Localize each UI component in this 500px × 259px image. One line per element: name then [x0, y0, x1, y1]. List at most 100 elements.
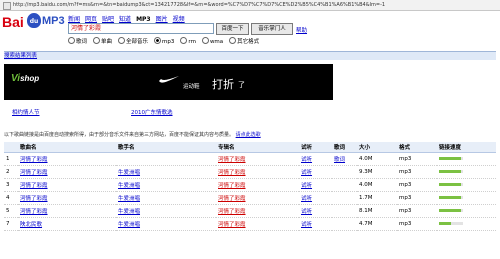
results-bar-label[interactable]: 搜索结果列表	[4, 52, 37, 60]
format-option[interactable]: 其它格式	[229, 37, 259, 45]
column-header: 歌曲名	[18, 142, 116, 153]
column-header: 专辑名	[216, 142, 299, 153]
lyric-link[interactable]	[332, 165, 357, 179]
logo-text-bai: Bai	[2, 14, 24, 30]
lyric-link[interactable]	[332, 217, 357, 231]
nav-item[interactable]: 新闻	[68, 16, 80, 23]
address-bar[interactable]: http://mp3.baidu.com/m?f=ms&rn=&tn=baidu…	[0, 0, 500, 11]
radio-icon[interactable]	[68, 37, 75, 44]
speed-cell	[437, 217, 496, 231]
song-link[interactable]: 河情了彩霞	[18, 178, 116, 192]
notice-link[interactable]: 请点此选歌	[236, 132, 261, 138]
row-number: 5	[4, 204, 18, 218]
format-options: 歌词 单曲 全部音乐 mp3 rm wma 其它格式	[68, 37, 265, 45]
ad-small-text: 运动鞋	[183, 84, 200, 90]
listen-link[interactable]: 试听	[299, 191, 332, 205]
ad-big-text: 打折	[212, 78, 234, 91]
format-label: 歌词	[76, 39, 88, 45]
format-option[interactable]: rm	[180, 37, 196, 45]
search-button[interactable]: 百度一下	[216, 23, 249, 35]
promo-link-2[interactable]: 2010广东情歌选	[131, 108, 173, 116]
format-option[interactable]: mp3	[154, 37, 174, 45]
speed-bar	[439, 209, 463, 212]
format-label: 其它格式	[237, 39, 260, 45]
artist-link[interactable]: 牛爱洲唱	[116, 178, 216, 192]
column-header: 试听	[299, 142, 332, 153]
nav-item[interactable]: 图片	[156, 16, 168, 23]
table-row: 4 河情了彩霞 牛爱洲唱 河情了彩霞 试听 1.7M mp3	[4, 191, 496, 205]
lyric-link[interactable]	[332, 191, 357, 205]
format-label: 单曲	[101, 39, 113, 45]
speed-bar	[439, 183, 463, 186]
album-link[interactable]: 河情了彩霞	[216, 204, 299, 218]
listen-link[interactable]: 试听	[299, 204, 332, 218]
listen-link[interactable]: 试听	[299, 165, 332, 179]
nav-item[interactable]: 知道	[119, 16, 131, 23]
format-option[interactable]: 单曲	[93, 37, 112, 45]
radio-icon[interactable]	[93, 37, 101, 44]
song-link[interactable]: 河情了彩霞	[18, 152, 116, 166]
song-link[interactable]: 河情了彩霞	[18, 191, 116, 205]
file-size: 8.1M	[357, 204, 397, 218]
speed-bar	[439, 196, 463, 199]
listen-link[interactable]: 试听	[299, 152, 332, 166]
speed-cell	[437, 152, 496, 166]
song-link[interactable]: 陕北民歌	[18, 217, 116, 231]
table-row: 5 河情了彩霞 牛爱洲唱 河情了彩霞 试听 8.1M mp3	[4, 204, 496, 218]
baidu-mp3-logo[interactable]: Bai du MP3	[2, 12, 65, 36]
row-number: 7	[4, 217, 18, 231]
file-format: mp3	[397, 217, 437, 231]
artist-link[interactable]: 牛爱洲唱	[116, 204, 216, 218]
speed-fill	[439, 183, 461, 186]
radio-icon[interactable]	[201, 37, 209, 44]
listen-link[interactable]: 试听	[299, 217, 332, 231]
format-option[interactable]: wma	[201, 37, 223, 45]
address-text[interactable]: http://mp3.baidu.com/m?f=ms&rn=&tn=baidu…	[13, 2, 385, 8]
artist-link[interactable]: 牛爱洲唱	[116, 165, 216, 179]
column-header: 链接速度	[437, 142, 496, 153]
album-link[interactable]: 河情了彩霞	[216, 178, 299, 192]
file-size: 4.7M	[357, 217, 397, 231]
top-nav: 新闻 网页 贴吧 知道 MP3 图片 视频	[68, 14, 190, 23]
table-row: 7 陕北民歌 牛爱洲唱 河情了彩霞 试听 4.7M mp3	[4, 217, 496, 231]
format-option[interactable]: 歌词	[68, 37, 87, 45]
radio-icon[interactable]	[118, 37, 126, 44]
radio-icon[interactable]	[154, 37, 162, 44]
album-link[interactable]: 河情了彩霞	[216, 191, 299, 205]
lyric-link[interactable]: 歌词	[332, 152, 357, 166]
row-number: 3	[4, 178, 18, 192]
nav-item[interactable]: 视频	[173, 16, 185, 23]
song-link[interactable]: 河情了彩霞	[18, 204, 116, 218]
column-header: 歌词	[332, 142, 357, 153]
table-row: 1 河情了彩霞 河情了彩霞 试听 歌词 4.0M mp3	[4, 152, 496, 166]
nav-item[interactable]: 贴吧	[102, 16, 114, 23]
artist-link[interactable]: 牛爱洲唱	[116, 191, 216, 205]
ad-banner[interactable]: Vishop 运动鞋 打折 了	[4, 64, 333, 100]
file-format: mp3	[397, 178, 437, 192]
nav-item[interactable]: 网页	[85, 16, 97, 23]
artist-link[interactable]: 牛爱洲唱	[116, 217, 216, 231]
listen-link[interactable]: 试听	[299, 178, 332, 192]
song-link[interactable]: 河情了彩霞	[18, 165, 116, 179]
lyric-link[interactable]	[332, 178, 357, 192]
radio-icon[interactable]	[180, 37, 188, 44]
ad-suffix-text: 了	[238, 81, 245, 89]
promo-link-1[interactable]: 相约情人节	[12, 108, 40, 116]
lyric-link[interactable]	[332, 204, 357, 218]
album-link[interactable]: 河情了彩霞	[216, 152, 299, 166]
file-size: 9.3M	[357, 165, 397, 179]
speed-cell	[437, 191, 496, 205]
help-link[interactable]: 帮助	[296, 26, 307, 34]
search-input[interactable]: 河情了彩霞	[68, 23, 214, 34]
album-link[interactable]: 河情了彩霞	[216, 165, 299, 179]
artist-link[interactable]	[116, 152, 216, 166]
format-label: 全部音乐	[126, 39, 149, 45]
speed-cell	[437, 204, 496, 218]
format-label: mp3	[162, 39, 175, 45]
speed-fill	[439, 196, 461, 199]
nav-item[interactable]: MP3	[136, 16, 151, 23]
format-option[interactable]: 全部音乐	[118, 37, 148, 45]
album-link[interactable]: 河情了彩霞	[216, 217, 299, 231]
music-button[interactable]: 音乐掌门人	[251, 23, 293, 35]
radio-icon[interactable]	[229, 37, 237, 44]
